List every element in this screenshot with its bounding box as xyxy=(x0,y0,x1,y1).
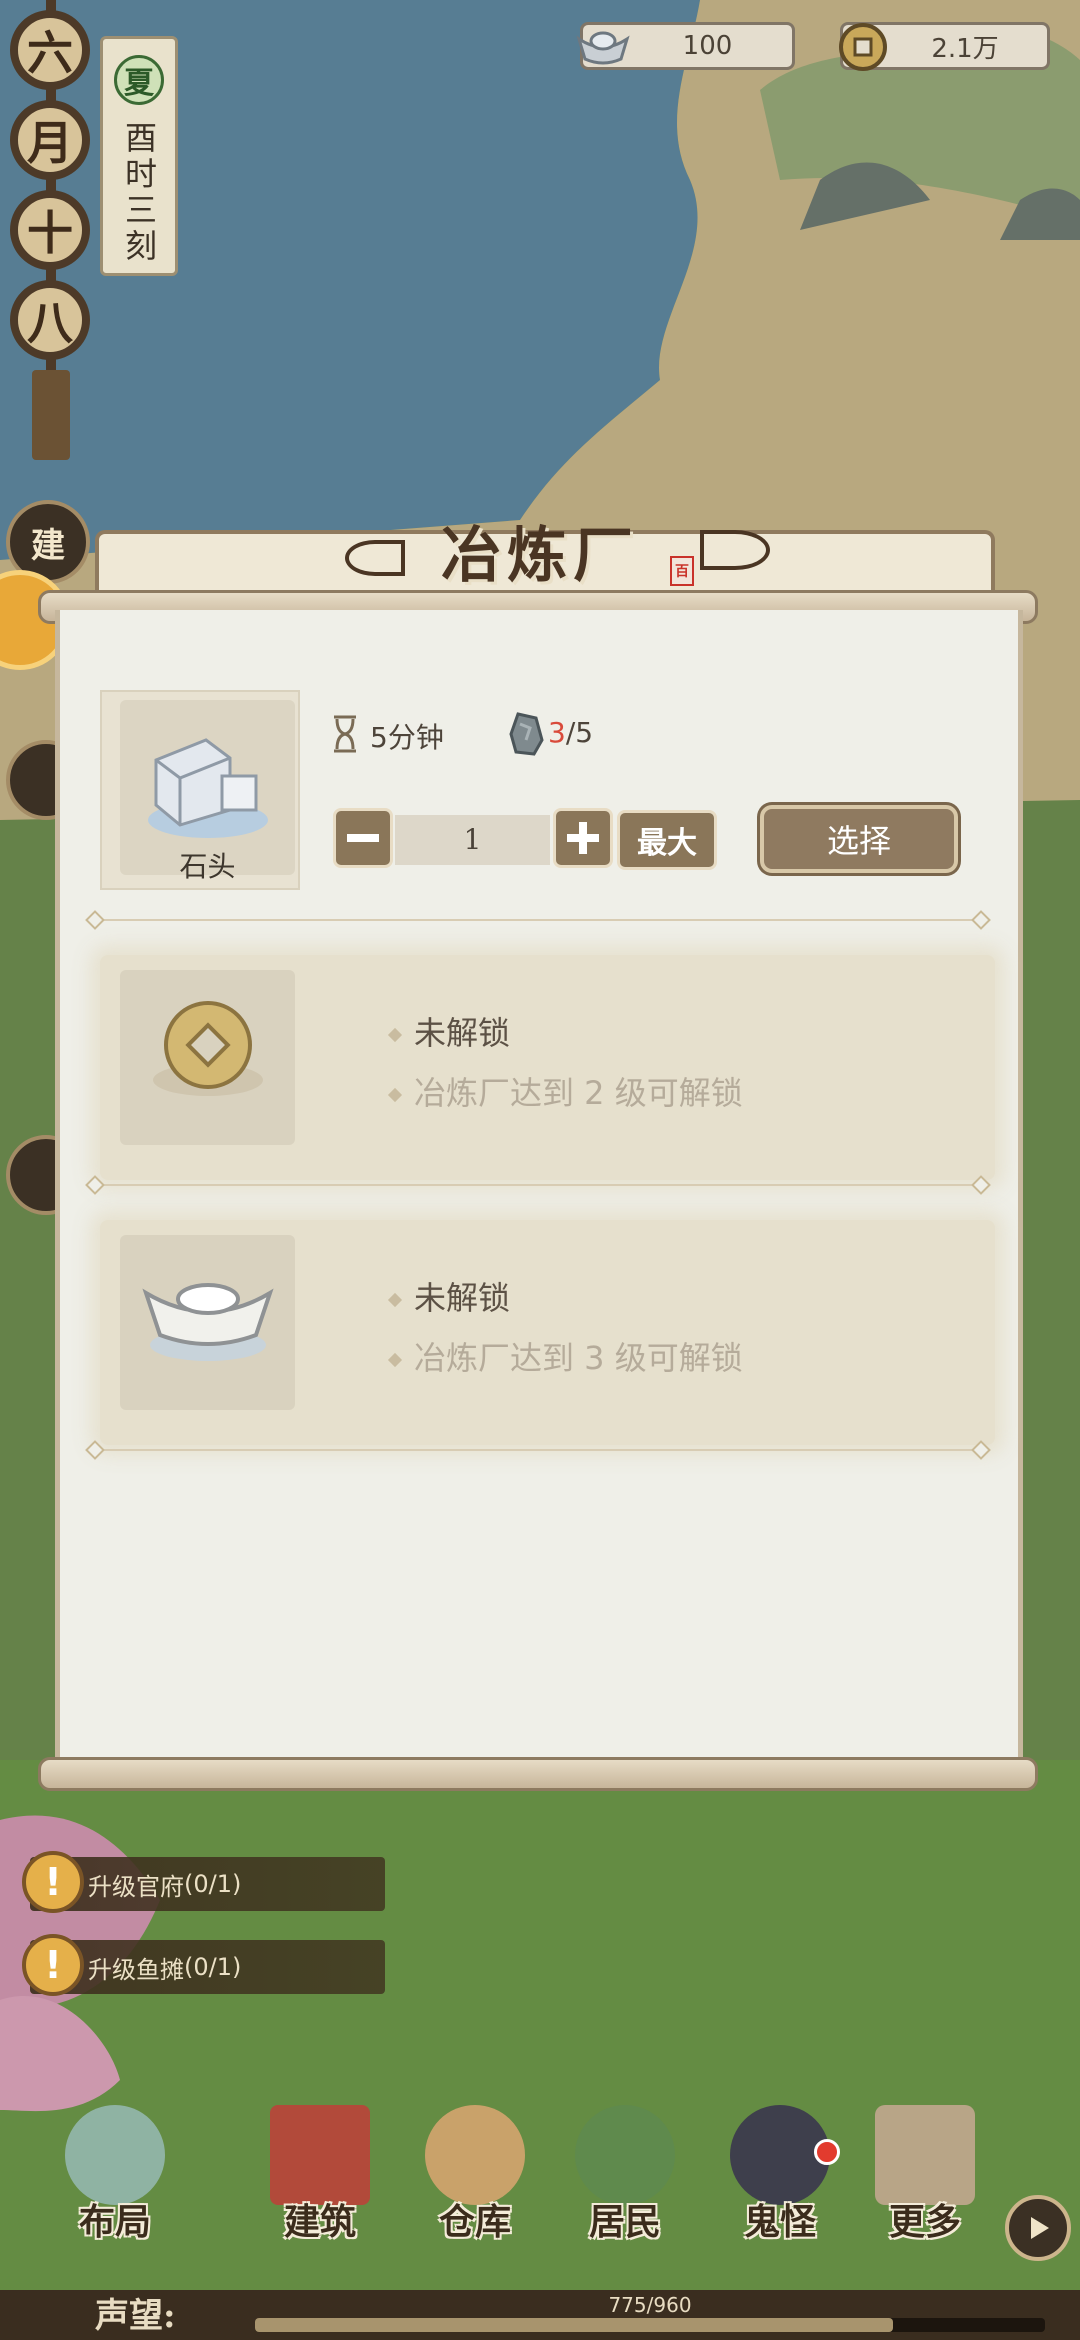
minus-icon xyxy=(347,834,379,842)
nav-more-label: 更多 xyxy=(888,2201,961,2243)
reputation-label: 声望: xyxy=(95,2296,176,2336)
play-arrow-button[interactable] xyxy=(1005,2195,1071,2261)
nav-warehouse-label: 仓库 xyxy=(438,2201,511,2243)
season-time-tag[interactable]: 夏 酉时三刻 xyxy=(100,36,178,276)
material-need: /5 xyxy=(565,716,594,749)
season-badge: 夏 xyxy=(114,55,164,105)
locked-status-text: 未解锁 xyxy=(414,1279,511,1317)
silver-ingot-icon xyxy=(142,1283,274,1361)
reputation-track xyxy=(255,2318,1045,2332)
section-divider xyxy=(85,1440,991,1460)
residents-icon xyxy=(575,2105,675,2205)
title-seal-char: 百 xyxy=(675,564,689,580)
warehouse-icon xyxy=(425,2105,525,2205)
section-divider xyxy=(85,910,991,930)
ore-material-icon xyxy=(508,710,546,758)
quest-upgrade-office[interactable]: ! 升级官府 (0/1) xyxy=(22,1851,385,1913)
quest-progress: (0/1) xyxy=(184,1870,242,1898)
select-button-label: 选择 xyxy=(826,822,891,860)
nav-more[interactable]: 更多 xyxy=(855,2095,995,2245)
section-divider xyxy=(85,1175,991,1195)
nav-residents[interactable]: 居民 xyxy=(555,2095,695,2245)
material-count: 3/5 xyxy=(548,716,593,749)
material-have: 3 xyxy=(548,716,566,749)
title-seal: 百 xyxy=(670,556,694,586)
modal-title-text: 冶炼厂 xyxy=(441,520,639,591)
quest-label: 升级鱼摊 xyxy=(88,1955,184,1984)
locked-status: 未解锁 xyxy=(387,1008,511,1054)
reputation-fill xyxy=(255,2318,893,2332)
nav-layout[interactable]: 布局 xyxy=(45,2095,185,2245)
unlock-requirement: 冶炼厂达到 2 级可解锁 xyxy=(387,1068,743,1114)
max-quantity-button[interactable]: 最大 xyxy=(617,810,717,870)
increase-quantity-button[interactable] xyxy=(553,808,613,868)
unlock-requirement-text: 冶炼厂达到 3 级可解锁 xyxy=(414,1339,743,1377)
nav-ghosts-label: 鬼怪 xyxy=(743,2201,816,2243)
nav-residents-label: 居民 xyxy=(588,2201,661,2243)
scroll-rod-bottom xyxy=(38,1757,1038,1791)
calendar-day-char-1: 十 xyxy=(10,190,90,270)
silver-ingot-icon xyxy=(573,17,633,77)
ghost-notification-dot xyxy=(814,2139,840,2165)
locked-item-slot xyxy=(120,1235,295,1410)
exclamation-icon: ! xyxy=(22,1851,84,1913)
max-quantity-label: 最大 xyxy=(637,826,697,861)
nav-ghosts[interactable]: 鬼怪 xyxy=(710,2095,850,2245)
build-shortcut-label: 建 xyxy=(31,525,65,566)
nav-building[interactable]: 建筑 xyxy=(250,2095,390,2245)
stone-item-name: 石头 xyxy=(179,850,236,883)
select-button[interactable]: 选择 xyxy=(760,805,958,873)
craft-duration: 5分钟 xyxy=(370,721,444,754)
quest-progress: (0/1) xyxy=(184,1953,242,1981)
unlock-requirement: 冶炼厂达到 3 级可解锁 xyxy=(387,1333,743,1379)
copper-coin-icon xyxy=(833,17,893,77)
calendar-month-char-2: 月 xyxy=(10,100,90,180)
coin-counter[interactable]: 2.1万 xyxy=(839,22,1050,71)
nav-layout-label: 布局 xyxy=(78,2201,151,2243)
building-icon xyxy=(270,2105,370,2205)
locked-status: 未解锁 xyxy=(387,1273,511,1319)
exclamation-icon: ! xyxy=(22,1934,84,1996)
time-of-day: 酉时三刻 xyxy=(120,121,158,265)
title-cloud-left-icon xyxy=(345,540,405,576)
copper-coin-icon xyxy=(153,1001,263,1096)
layout-icon xyxy=(65,2105,165,2205)
calendar-day-char-2: 八 xyxy=(10,280,90,360)
title-cloud-right-icon xyxy=(700,530,770,570)
decrease-quantity-button[interactable] xyxy=(333,808,393,868)
calendar-month-char-1: 六 xyxy=(10,10,90,90)
quest-upgrade-fish-stall[interactable]: ! 升级鱼摊 (0/1) xyxy=(22,1934,385,1996)
plus-icon xyxy=(567,822,599,854)
calendar-tassel xyxy=(32,370,70,460)
play-icon xyxy=(1031,2217,1049,2239)
quest-label: 升级官府 xyxy=(88,1872,184,1901)
nav-building-label: 建筑 xyxy=(283,2201,356,2243)
locked-status-text: 未解锁 xyxy=(414,1014,511,1052)
unlock-requirement-text: 冶炼厂达到 2 级可解锁 xyxy=(414,1074,743,1112)
reputation-value: 775/960 xyxy=(608,2293,692,2317)
locked-item-slot xyxy=(120,970,295,1145)
nav-warehouse[interactable]: 仓库 xyxy=(405,2095,545,2245)
hourglass-icon xyxy=(330,714,360,754)
silver-counter[interactable]: 100 xyxy=(576,22,795,70)
more-icon xyxy=(875,2105,975,2205)
quantity-field[interactable]: 1 xyxy=(395,815,550,865)
